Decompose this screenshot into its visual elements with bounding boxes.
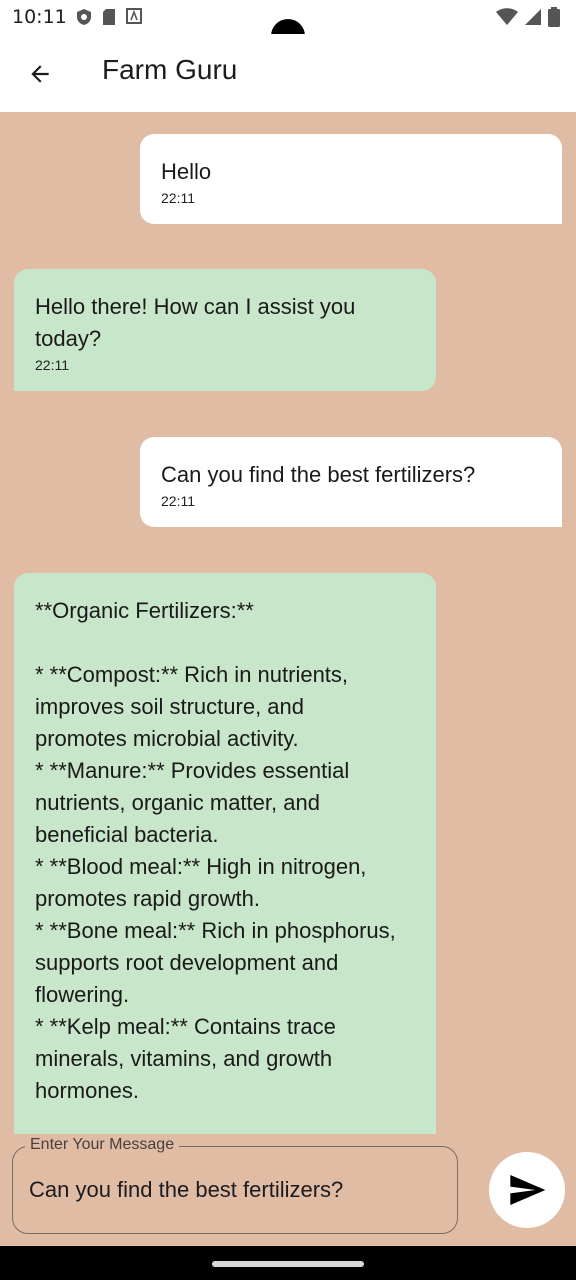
message-text: Hello	[161, 159, 212, 184]
send-button[interactable]	[489, 1152, 565, 1228]
status-time: 10:11	[12, 6, 67, 28]
message-time: 22:11	[35, 357, 69, 373]
signal-icon	[525, 9, 541, 25]
wifi-icon	[496, 8, 518, 25]
system-nav-bar	[0, 1246, 576, 1280]
message-bubble-bot: Hello there! How can I assist you today?…	[14, 269, 436, 391]
page-title: Farm Guru	[102, 54, 238, 85]
message-bubble-bot: **Organic Fertilizers:** * **Compost:** …	[14, 573, 436, 1134]
message-input-label: Enter Your Message	[25, 1136, 180, 1154]
message-time: 22:11	[161, 190, 195, 206]
text-icon	[126, 8, 142, 24]
message-input-value[interactable]: Can you find the best fertilizers?	[29, 1177, 343, 1203]
app-bar: Farm Guru	[0, 34, 576, 112]
status-bar: 10:11	[0, 0, 576, 53]
home-gesture-handle[interactable]	[212, 1261, 364, 1267]
message-time: 22:11	[161, 493, 195, 509]
message-bubble-user: Can you find the best fertilizers? 22:11	[140, 437, 562, 527]
sd-card-icon	[103, 9, 115, 25]
shield-icon	[77, 9, 91, 25]
message-input[interactable]: Enter Your Message Can you find the best…	[12, 1136, 458, 1234]
message-text: Hello there! How can I assist you today?	[35, 294, 356, 351]
system-icons	[496, 7, 560, 27]
send-icon	[510, 1175, 546, 1205]
arrow-back-icon	[31, 65, 49, 83]
battery-icon	[548, 7, 560, 27]
message-text: **Organic Fertilizers:** * **Compost:** …	[35, 598, 396, 1103]
back-button[interactable]	[20, 54, 60, 94]
message-bubble-user: Hello 22:11	[140, 134, 562, 224]
notification-icons	[76, 8, 142, 26]
chat-list[interactable]: Hello 22:11 Hello there! How can I assis…	[0, 112, 576, 1134]
message-text: Can you find the best fertilizers?	[161, 462, 476, 487]
